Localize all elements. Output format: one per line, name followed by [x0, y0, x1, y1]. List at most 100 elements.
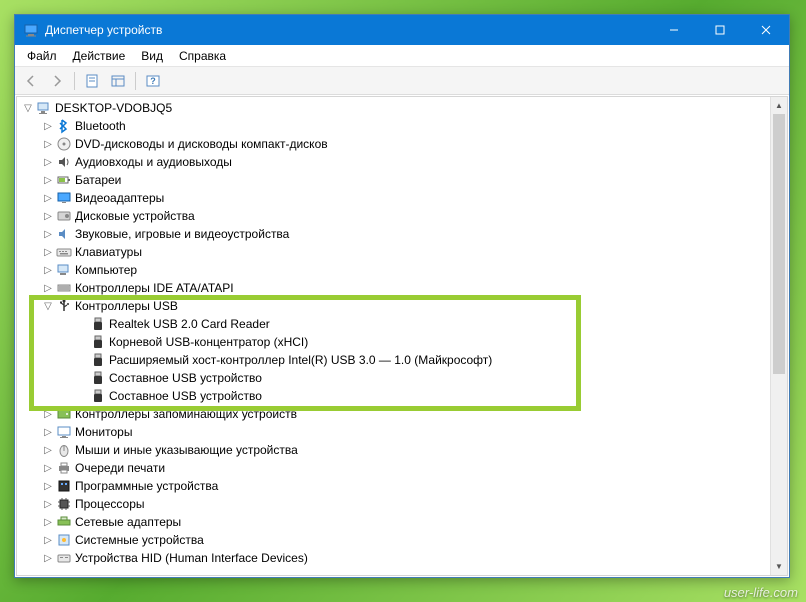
- computer-icon: [56, 262, 72, 278]
- tree-item-label: Батареи: [75, 173, 121, 187]
- tree-item-label: Видеоадаптеры: [75, 191, 164, 205]
- printer-icon: [56, 460, 72, 476]
- expander-icon[interactable]: ▷: [41, 427, 55, 438]
- audio-icon: [56, 154, 72, 170]
- tree-item[interactable]: ▷ Мыши и иные указывающие устройства: [17, 441, 787, 459]
- tree-item[interactable]: ▷Мониторы: [17, 423, 787, 441]
- usb-device-icon: [90, 388, 106, 404]
- menu-help[interactable]: Справка: [171, 47, 234, 65]
- tree-item-label: Системные устройства: [75, 533, 204, 547]
- toolbar: ?: [15, 67, 789, 95]
- tree-item[interactable]: ▷ Видеоадаптеры: [17, 189, 787, 207]
- device-manager-window: Диспетчер устройств Файл Действие Вид Сп…: [14, 14, 790, 578]
- scroll-thumb[interactable]: [773, 114, 785, 374]
- toolbar-view-button[interactable]: [106, 70, 130, 92]
- tree-item[interactable]: ▷ Контроллеры запоминающих устройств: [17, 405, 787, 423]
- watermark: user-life.com: [724, 585, 798, 600]
- expander-icon[interactable]: ▷: [41, 409, 55, 420]
- expander-icon[interactable]: ▷: [41, 517, 55, 528]
- tree-item-label: DESKTOP-VDOBJQ5: [55, 101, 172, 115]
- expander-icon[interactable]: ▷: [41, 157, 55, 168]
- tree-item[interactable]: Realtek USB 2.0 Card Reader: [17, 315, 787, 333]
- display-icon: [56, 190, 72, 206]
- tree-item[interactable]: ▷Клавиатуры: [17, 243, 787, 261]
- tree-item-label: Мыши и иные указывающие устройства: [75, 443, 298, 457]
- usb-device-icon: [90, 334, 106, 350]
- toolbar-help-button[interactable]: ?: [141, 70, 165, 92]
- tree-item-label: Контроллеры IDE ATA/ATAPI: [75, 281, 234, 295]
- menu-view[interactable]: Вид: [133, 47, 171, 65]
- usb-icon: [56, 298, 72, 314]
- expander-icon[interactable]: ▷: [41, 499, 55, 510]
- system-icon: [56, 532, 72, 548]
- app-icon: [23, 22, 39, 38]
- expander-icon[interactable]: ▷: [41, 265, 55, 276]
- tree-item[interactable]: ▷Сетевые адаптеры: [17, 513, 787, 531]
- vertical-scrollbar[interactable]: ▲ ▼: [770, 97, 787, 575]
- usb-device-icon: [90, 352, 106, 368]
- tree-item[interactable]: ▷ Процессоры: [17, 495, 787, 513]
- expander-icon[interactable]: ▷: [41, 445, 55, 456]
- tree-item[interactable]: ▷ Звуковые, игровые и видеоустройства: [17, 225, 787, 243]
- tree-item[interactable]: ▽Контроллеры USB: [17, 297, 787, 315]
- tree-item[interactable]: ▷Дисковые устройства: [17, 207, 787, 225]
- tree-item-label: Звуковые, игровые и видеоустройства: [75, 227, 289, 241]
- expander-icon[interactable]: ▷: [41, 463, 55, 474]
- tree-item-label: DVD-дисководы и дисководы компакт-дисков: [75, 137, 328, 151]
- toolbar-forward-button[interactable]: [45, 70, 69, 92]
- tree-item[interactable]: ▷ Bluetooth: [17, 117, 787, 135]
- close-button[interactable]: [743, 15, 789, 45]
- expander-icon[interactable]: ▷: [41, 481, 55, 492]
- expander-icon[interactable]: ▷: [41, 283, 55, 294]
- usb-device-icon: [90, 370, 106, 386]
- content-area: ▽DESKTOP-VDOBJQ5▷Bluetooth▷DVD-дисководы…: [16, 96, 788, 576]
- scroll-down-button[interactable]: ▼: [771, 558, 787, 575]
- scroll-up-button[interactable]: ▲: [771, 97, 787, 114]
- tree-item[interactable]: ▷ Очереди печати: [17, 459, 787, 477]
- tree-item[interactable]: ▷ Устройства HID (Human Interface Devices…: [17, 549, 787, 567]
- tree-item-label: Контроллеры запоминающих устройств: [75, 407, 297, 421]
- tree-item[interactable]: Расширяемый хост-контроллер Intel(R) USB…: [17, 351, 787, 369]
- toolbar-back-button[interactable]: [19, 70, 43, 92]
- svg-text:?: ?: [150, 76, 156, 86]
- tree-item[interactable]: Составное USB устройство: [17, 369, 787, 387]
- expander-icon[interactable]: ▷: [41, 247, 55, 258]
- expander-icon[interactable]: ▷: [41, 229, 55, 240]
- tree-item[interactable]: Корневой USB-концентратор (xHCI): [17, 333, 787, 351]
- toolbar-separator: [74, 72, 75, 90]
- tree-item[interactable]: ▷ DVD-дисководы и дисководы компакт-диско…: [17, 135, 787, 153]
- expander-icon[interactable]: ▷: [41, 211, 55, 222]
- maximize-button[interactable]: [697, 15, 743, 45]
- tree-item[interactable]: ▷Аудиовходы и аудиовыходы: [17, 153, 787, 171]
- tree-item[interactable]: ▷ Контроллеры IDE ATA/ATAPI: [17, 279, 787, 297]
- minimize-button[interactable]: [651, 15, 697, 45]
- tree-item-label: Устройства HID (Human Interface Devices): [75, 551, 308, 565]
- expander-icon[interactable]: ▽: [21, 103, 35, 114]
- expander-icon[interactable]: ▷: [41, 553, 55, 564]
- expander-icon[interactable]: ▷: [41, 175, 55, 186]
- tree-item-label: Корневой USB-концентратор (xHCI): [109, 335, 308, 349]
- tree-item[interactable]: ▽ DESKTOP-VDOBJQ5: [17, 99, 787, 117]
- device-tree[interactable]: ▽DESKTOP-VDOBJQ5▷Bluetooth▷DVD-дисководы…: [17, 97, 787, 575]
- tree-item-label: Компьютер: [75, 263, 137, 277]
- tree-item-label: Процессоры: [75, 497, 145, 511]
- tree-item[interactable]: Составное USB устройство: [17, 387, 787, 405]
- expander-icon[interactable]: ▽: [41, 301, 55, 312]
- titlebar[interactable]: Диспетчер устройств: [15, 15, 789, 45]
- tree-item[interactable]: ▷ Компьютер: [17, 261, 787, 279]
- disc-icon: [56, 136, 72, 152]
- battery-icon: [56, 172, 72, 188]
- tree-item-label: Очереди печати: [75, 461, 165, 475]
- expander-icon[interactable]: ▷: [41, 193, 55, 204]
- tree-item[interactable]: ▷Программные устройства: [17, 477, 787, 495]
- expander-icon[interactable]: ▷: [41, 535, 55, 546]
- tree-item[interactable]: ▷ Батареи: [17, 171, 787, 189]
- expander-icon[interactable]: ▷: [41, 121, 55, 132]
- expander-icon[interactable]: ▷: [41, 139, 55, 150]
- tree-item-label: Bluetooth: [75, 119, 126, 133]
- soft-icon: [56, 478, 72, 494]
- menu-action[interactable]: Действие: [65, 47, 134, 65]
- menu-file[interactable]: Файл: [19, 47, 65, 65]
- tree-item[interactable]: ▷ Системные устройства: [17, 531, 787, 549]
- toolbar-properties-button[interactable]: [80, 70, 104, 92]
